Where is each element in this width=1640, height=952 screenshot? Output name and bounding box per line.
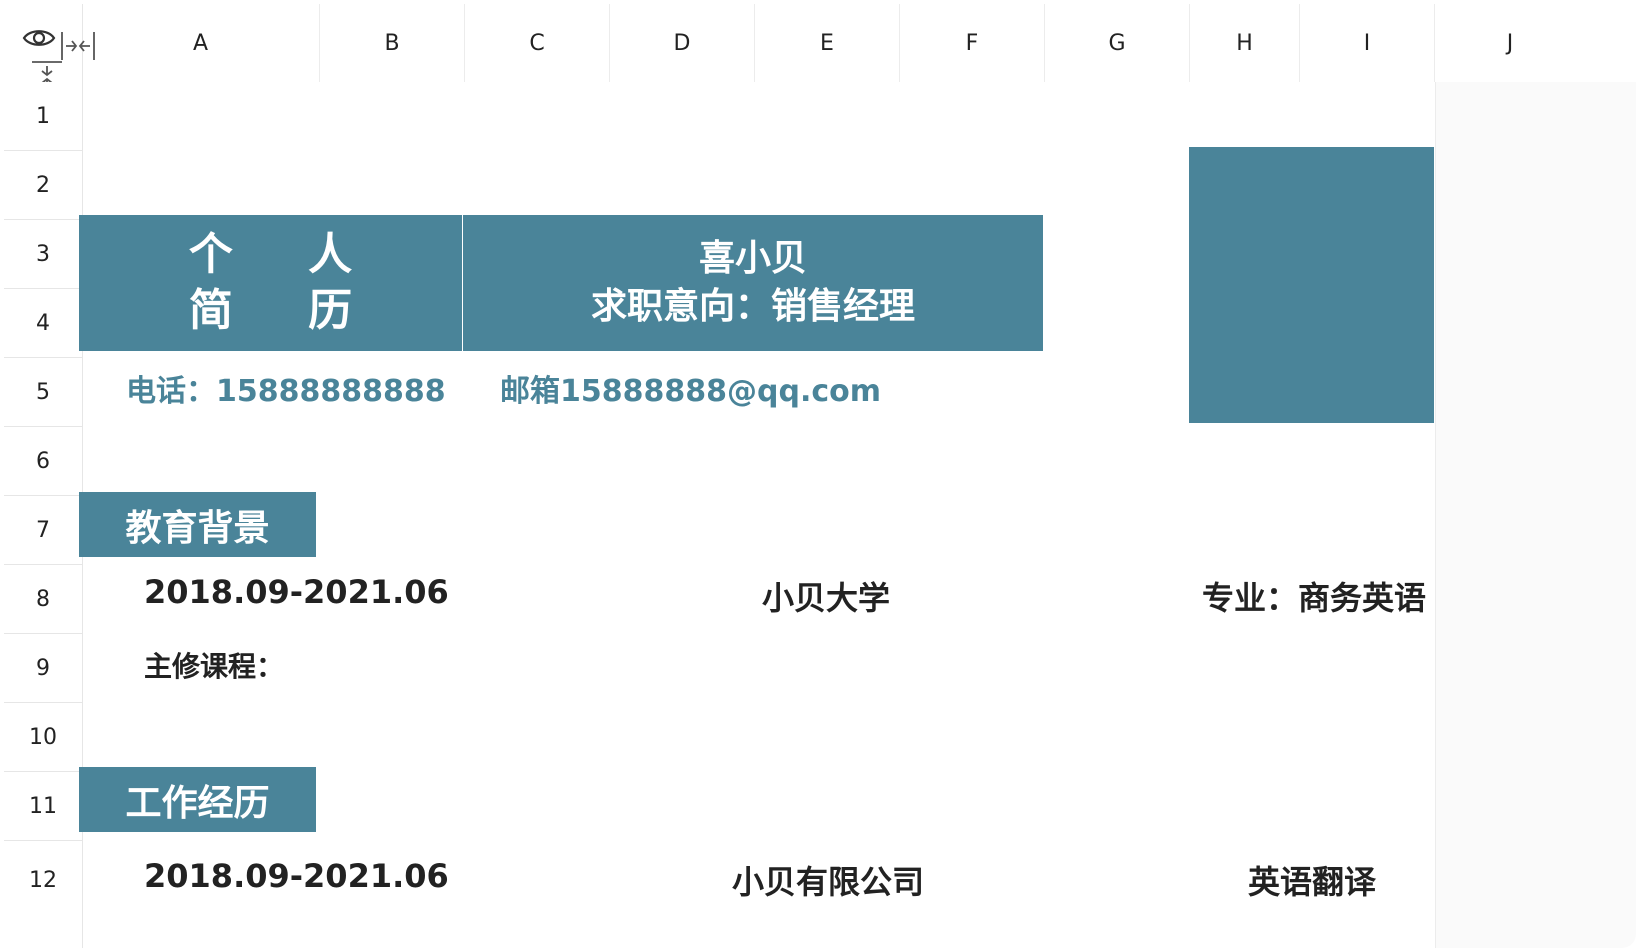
row-header-8[interactable]: 8 [4,565,82,634]
row-header-11[interactable]: 11 [4,772,82,841]
resume-title-line2: 简 历 [188,285,383,336]
resume-title-line1: 个 人 [188,229,383,280]
row-header-6[interactable]: 6 [4,427,82,496]
row-header-12[interactable]: 12 [4,841,82,919]
row-header-2[interactable]: 2 [4,151,82,220]
column-header-a[interactable]: A [82,4,320,82]
education-courses-label[interactable]: 主修课程： [144,645,284,685]
job-objective: 求职意向：销售经理 [590,286,915,327]
name-objective-cell[interactable]: 喜小贝 求职意向：销售经理 [463,215,1043,351]
row-header-3[interactable]: 3 [4,220,82,289]
column-j-area [1435,82,1636,948]
eye-icon[interactable] [22,26,56,50]
row-header-10[interactable]: 10 [4,703,82,772]
column-header-g[interactable]: G [1045,4,1190,82]
row-header-4[interactable]: 4 [4,289,82,358]
column-header-h[interactable]: H [1190,4,1300,82]
resume-title-cell[interactable]: 个 人 简 历 [79,215,462,351]
row-header-7[interactable]: 7 [4,496,82,565]
work-role[interactable]: 英语翻译 [1248,857,1376,903]
email-cell[interactable]: 邮箱15888888@qq.com [500,366,881,410]
column-header-i[interactable]: I [1300,4,1435,82]
column-header-d[interactable]: D [610,4,755,82]
spreadsheet: A B C D E F G H I J 1 2 3 4 5 6 7 8 9 10… [4,4,1636,948]
row-header-5[interactable]: 5 [4,358,82,427]
applicant-name: 喜小贝 [698,238,807,279]
row-header-1[interactable]: 1 [4,82,82,151]
work-period[interactable]: 2018.09-2021.06 [144,857,449,895]
column-header-f[interactable]: F [900,4,1045,82]
education-period[interactable]: 2018.09-2021.06 [144,573,449,611]
column-header-c[interactable]: C [465,4,610,82]
row-header-9[interactable]: 9 [4,634,82,703]
education-school[interactable]: 小贝大学 [762,573,890,619]
column-header-j[interactable]: J [1435,4,1585,82]
education-heading[interactable]: 教育背景 [79,492,316,557]
sheet-corner [4,4,95,93]
work-heading[interactable]: 工作经历 [79,767,316,832]
photo-placeholder[interactable] [1189,147,1434,423]
phone-cell[interactable]: 电话：15888888888 [126,366,446,410]
work-company[interactable]: 小贝有限公司 [732,857,924,903]
column-header-b[interactable]: B [320,4,465,82]
education-major[interactable]: 专业：商务英语 [1202,573,1426,619]
column-header-e[interactable]: E [755,4,900,82]
